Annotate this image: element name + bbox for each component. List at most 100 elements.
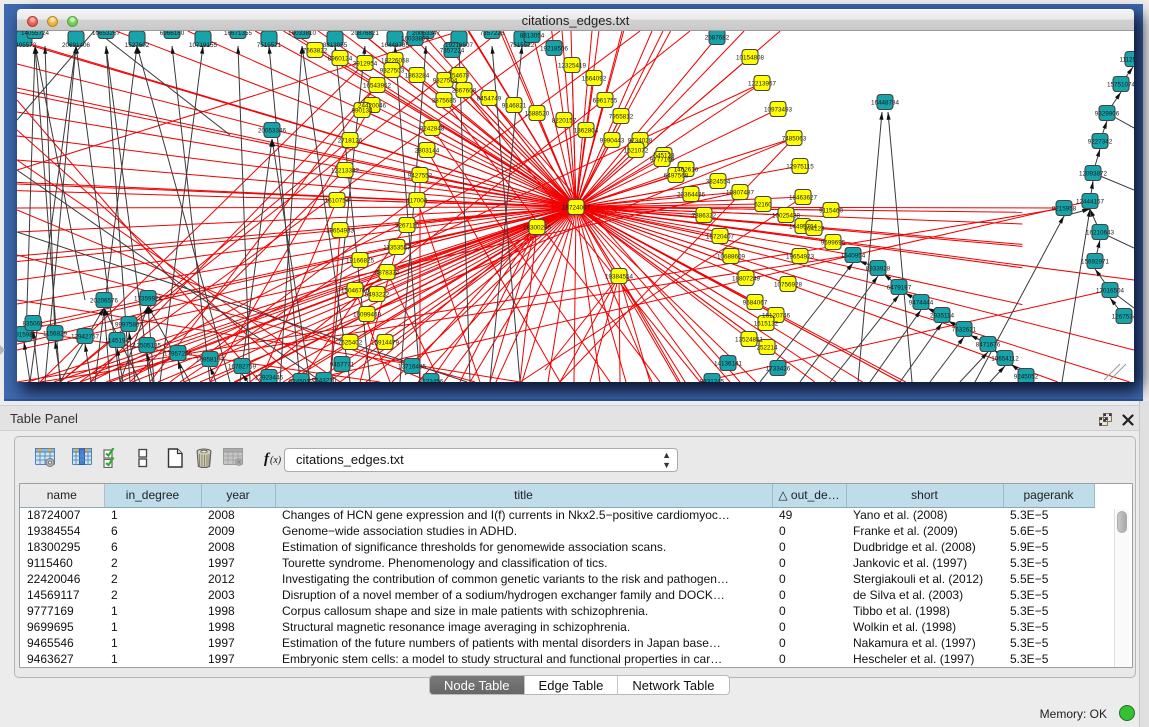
svg-text:10756928: 10756928	[774, 282, 803, 289]
svg-text:16033809: 16033809	[401, 36, 430, 43]
svg-text:3267110: 3267110	[395, 223, 420, 230]
svg-text:117004: 117004	[407, 198, 428, 205]
svg-text:10688609: 10688609	[717, 254, 746, 261]
svg-text:9242848: 9242848	[420, 126, 445, 133]
svg-text:1527602: 1527602	[125, 42, 150, 49]
svg-text:19654933: 19654933	[326, 228, 355, 235]
svg-text:20364436: 20364436	[677, 192, 706, 199]
svg-text:20053346: 20053346	[258, 128, 287, 135]
svg-text:3912954: 3912954	[353, 61, 378, 68]
svg-text:20876821: 20876821	[351, 31, 380, 37]
svg-text:1156829: 1156829	[43, 331, 68, 338]
svg-text:16033810: 16033810	[288, 31, 317, 37]
svg-text:8933928: 8933928	[866, 266, 891, 273]
svg-text:2935114: 2935114	[930, 313, 955, 320]
svg-text:1588520: 1588520	[525, 111, 550, 118]
svg-text:5493222: 5493222	[365, 292, 390, 299]
svg-text:12923446: 12923446	[255, 375, 284, 382]
svg-text:1405572: 1405572	[17, 42, 37, 49]
svg-text:19384554: 19384554	[605, 274, 634, 281]
svg-text:6961755: 6961755	[593, 98, 618, 105]
svg-text:8220157: 8220157	[552, 118, 577, 125]
svg-text:20206576: 20206576	[90, 298, 119, 305]
svg-text:6966160: 6966160	[160, 31, 185, 37]
svg-text:3915981: 3915981	[17, 332, 37, 339]
svg-text:2867608: 2867608	[452, 88, 477, 95]
svg-text:7643210: 7643210	[312, 378, 337, 383]
svg-text:8813054: 8813054	[520, 33, 545, 40]
svg-text:7485063: 7485063	[782, 136, 807, 143]
svg-text:16782759: 16782759	[228, 364, 257, 371]
svg-text:19654923: 19654923	[786, 254, 815, 261]
svg-text:16448785: 16448785	[381, 42, 410, 49]
svg-text:11125419: 11125419	[1119, 57, 1134, 64]
svg-text:(x): (x)	[270, 455, 282, 466]
svg-text:7663822: 7663822	[303, 48, 328, 55]
svg-text:1733426: 1733426	[766, 366, 791, 373]
svg-text:3875685: 3875685	[432, 98, 457, 105]
svg-text:7386322: 7386322	[692, 213, 717, 220]
svg-text:1640954: 1640954	[841, 253, 866, 260]
svg-text:12213967: 12213967	[748, 81, 777, 88]
svg-text:9146821: 9146821	[502, 103, 527, 110]
svg-text:10807487: 10807487	[726, 190, 755, 197]
svg-text:7955812: 7955812	[609, 114, 634, 121]
svg-text:252214: 252214	[756, 345, 778, 352]
svg-text:16543962: 16543962	[363, 83, 392, 90]
svg-text:990134: 990134	[351, 108, 373, 115]
svg-text:8454749: 8454749	[477, 96, 502, 103]
svg-text:9227342: 9227342	[1088, 139, 1113, 146]
svg-text:9245052: 9245052	[1014, 374, 1039, 381]
svg-text:10973493: 10973493	[764, 107, 793, 114]
svg-text:9474444: 9474444	[909, 300, 934, 307]
svg-text:6479197: 6479197	[887, 285, 912, 292]
svg-text:1621072: 1621072	[624, 148, 649, 155]
svg-text:9115460: 9115460	[819, 208, 844, 215]
svg-text:10719155: 10719155	[189, 42, 218, 49]
svg-text:18807249: 18807249	[732, 276, 761, 283]
svg-text:15720407: 15720407	[706, 234, 735, 241]
svg-text:9457771: 9457771	[330, 362, 355, 369]
svg-text:9990443: 9990443	[600, 138, 625, 145]
svg-text:12444157: 12444157	[1076, 199, 1105, 206]
svg-text:18300295: 18300295	[523, 225, 552, 232]
svg-text:1145194: 1145194	[105, 338, 130, 345]
svg-text:9329906: 9329906	[1095, 111, 1120, 118]
svg-text:15751074: 15751074	[1107, 82, 1134, 89]
svg-text:1664092: 1664092	[582, 76, 607, 83]
svg-text:18226058: 18226058	[381, 58, 410, 65]
svg-text:19166825: 19166825	[346, 258, 375, 265]
svg-text:8878334: 8878334	[375, 270, 400, 277]
svg-text:20691406: 20691406	[62, 42, 91, 49]
svg-text:1615132: 1615132	[754, 321, 779, 328]
svg-text:12505135: 12505135	[133, 343, 162, 350]
svg-text:9777169: 9777169	[650, 157, 675, 164]
svg-text:9427552: 9427552	[408, 173, 433, 180]
svg-text:18463627: 18463627	[789, 195, 818, 202]
svg-text:16210643: 16210643	[1086, 230, 1115, 237]
svg-text:10654112: 10654112	[991, 356, 1019, 363]
svg-text:154678: 154678	[448, 73, 470, 80]
svg-text:13716485: 13716485	[398, 364, 427, 371]
svg-text:1362804: 1362804	[574, 128, 599, 135]
svg-text:12213382: 12213382	[331, 168, 360, 175]
svg-text:7632621: 7632621	[952, 327, 977, 334]
svg-text:13524851: 13524851	[735, 337, 764, 344]
svg-text:8123456: 8123456	[419, 379, 444, 383]
svg-text:2087682: 2087682	[705, 35, 730, 42]
svg-text:62160: 62160	[754, 202, 772, 209]
svg-text:6497568: 6497568	[664, 173, 689, 180]
svg-text:3824554: 3824554	[706, 179, 731, 186]
svg-text:8960124: 8960124	[328, 56, 353, 63]
svg-text:15914479: 15914479	[371, 340, 400, 347]
svg-text:7357225: 7357225	[480, 31, 505, 37]
svg-text:99975867: 99975867	[115, 322, 144, 329]
svg-text:12942757: 12942757	[71, 334, 100, 341]
svg-text:7515522: 7515522	[510, 42, 535, 49]
svg-text:14055724: 14055724	[21, 31, 50, 37]
svg-text:2718126: 2718126	[338, 138, 363, 145]
svg-text:19218506: 19218506	[540, 46, 569, 53]
svg-text:12093872: 12093872	[1079, 171, 1108, 178]
svg-text:16099469: 16099469	[353, 312, 382, 319]
svg-text:7515521: 7515521	[257, 42, 282, 49]
